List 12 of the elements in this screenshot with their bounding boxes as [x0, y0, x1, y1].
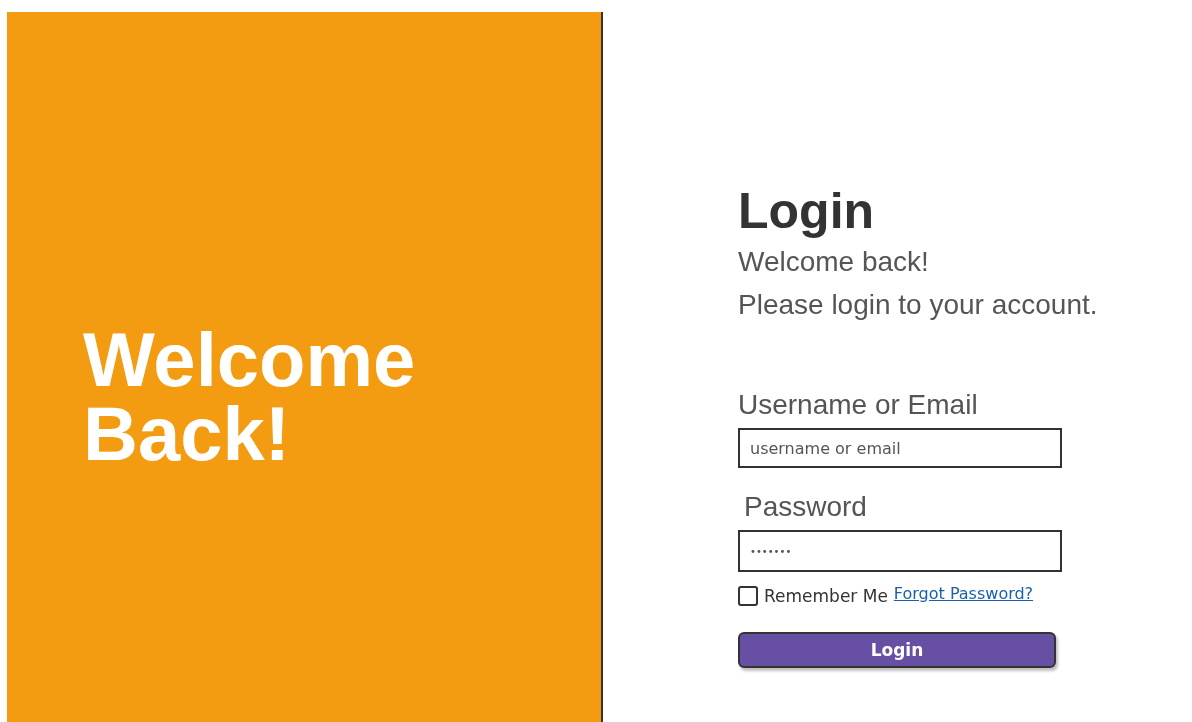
remember-checkbox[interactable]	[738, 586, 758, 606]
username-label: Username or Email	[738, 388, 978, 422]
password-field[interactable]: •••••••	[738, 530, 1062, 572]
forgot-password-link[interactable]: Forgot Password?	[893, 583, 1034, 603]
login-title: Login	[738, 182, 875, 240]
hero-title: Welcome Back!	[83, 322, 417, 472]
subtitle-text: Welcome back!	[738, 245, 929, 279]
username-field[interactable]: username or email	[738, 428, 1062, 468]
password-label: Password	[744, 490, 867, 524]
login-button[interactable]: Login	[738, 632, 1056, 668]
subtitle-text: Please login to your account.	[738, 288, 1098, 322]
remember-label: Remember Me	[764, 586, 888, 606]
